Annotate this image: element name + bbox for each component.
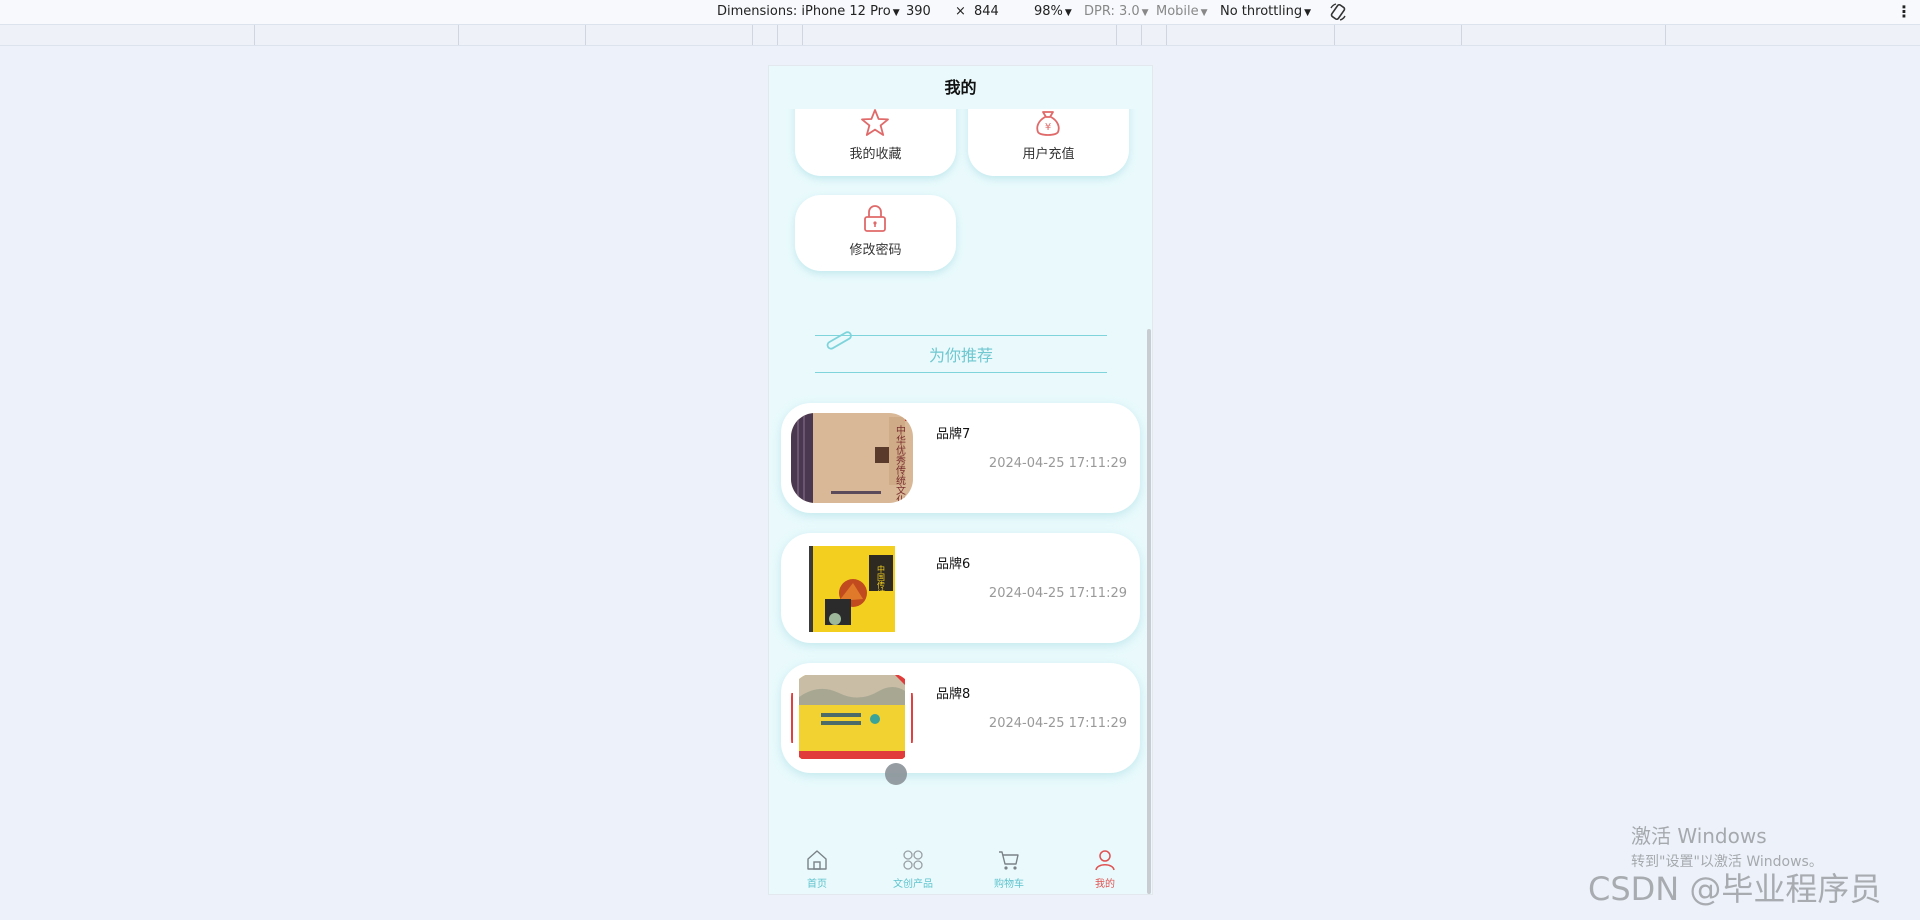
tab-cart-label: 购物车 [994, 879, 1024, 890]
csdn-watermark: CSDN @毕业程序员 [1588, 870, 1882, 908]
devtools-toolbar: Dimensions: iPhone 12 Pro ▼ 390 × 844 98%… [0, 0, 1920, 25]
mobile-select[interactable]: Mobile ▼ [1156, 4, 1208, 19]
ruler-tick[interactable] [777, 25, 778, 45]
chevron-down-icon: ▼ [892, 8, 900, 18]
tab-cart[interactable]: 购物车 [961, 843, 1057, 894]
star-icon [861, 109, 889, 136]
bottom-tab-bar: 首页 文创产品 购物车 我的 [769, 843, 1152, 894]
zoom-label: 98% [1034, 4, 1063, 19]
dpr-select[interactable]: DPR: 3.0 ▼ [1084, 4, 1149, 19]
favorites-button[interactable]: 我的收藏 [795, 99, 956, 176]
tab-mine-label: 我的 [1095, 879, 1115, 890]
recommend-title: 为你推荐 [928, 346, 993, 365]
money-bag-icon: ¥ [1036, 111, 1060, 136]
cart-icon [999, 851, 1019, 870]
throttling-select[interactable]: No throttling ▼ [1220, 4, 1311, 19]
tab-products-label: 文创产品 [893, 879, 933, 890]
product-time: 2024-04-25 17:11:29 [988, 456, 1127, 471]
more-options-icon[interactable]: ⋮ [1896, 2, 1912, 21]
product-name: 品牌8 [936, 687, 971, 702]
scrollbar[interactable] [1147, 329, 1151, 894]
home-icon [807, 850, 827, 870]
touch-cursor [885, 763, 907, 785]
ruler-tick[interactable] [752, 25, 753, 45]
chevron-down-icon: ▼ [1200, 8, 1208, 18]
change-password-label: 修改密码 [849, 243, 902, 258]
media-query-ruler [0, 25, 1920, 46]
chevron-down-icon: ▼ [1064, 8, 1072, 18]
lock-icon [864, 205, 886, 232]
mobile-label: Mobile [1156, 4, 1199, 19]
change-password-button[interactable]: 修改密码 [795, 195, 956, 271]
ruler-tick[interactable] [458, 25, 459, 45]
throttling-label: No throttling [1220, 4, 1303, 19]
ruler-tick[interactable] [1166, 25, 1167, 45]
svg-text:¥: ¥ [1045, 122, 1051, 133]
recommend-header: 为你推荐 [815, 328, 1107, 378]
tab-mine[interactable]: 我的 [1057, 843, 1152, 894]
product-card[interactable]: 中华优秀传统文化 品牌7 2024-04-25 17:11:29 [781, 403, 1140, 513]
device-select[interactable]: Dimensions: iPhone 12 Pro ▼ [717, 4, 900, 19]
ruler-tick[interactable] [1461, 25, 1462, 45]
ruler-tick[interactable] [1665, 25, 1666, 45]
favorites-label: 我的收藏 [849, 147, 902, 162]
product-card[interactable]: 品牌8 2024-04-25 17:11:29 [781, 663, 1140, 773]
divider [815, 335, 1107, 336]
ruler-tick[interactable] [1116, 25, 1117, 45]
product-card[interactable]: 中国传统 品牌6 2024-04-25 17:11:29 [781, 533, 1140, 643]
product-name: 品牌7 [936, 427, 971, 442]
times-sign: × [955, 4, 966, 19]
product-image [791, 673, 913, 763]
device-label: Dimensions: iPhone 12 Pro [717, 4, 891, 19]
product-time: 2024-04-25 17:11:29 [988, 586, 1127, 601]
dpr-label: DPR: 3.0 [1084, 4, 1140, 19]
product-image: 中华优秀传统文化 [791, 413, 913, 503]
divider [815, 372, 1107, 373]
chevron-down-icon: ▼ [1304, 8, 1311, 18]
ruler-tick[interactable] [802, 25, 803, 45]
ruler-tick[interactable] [1141, 25, 1142, 45]
recharge-label: 用户充值 [1022, 147, 1075, 162]
tab-home[interactable]: 首页 [769, 843, 865, 894]
ruler-tick[interactable] [254, 25, 255, 45]
chevron-down-icon: ▼ [1141, 8, 1149, 18]
svg-text:中国传统: 中国传统 [877, 564, 886, 598]
width-input[interactable]: 390 [906, 4, 931, 19]
user-icon [1095, 850, 1115, 871]
rotate-icon[interactable] [1328, 2, 1348, 22]
svg-text:中华优秀传统文化: 中华优秀传统文化 [894, 424, 906, 503]
product-time: 2024-04-25 17:11:29 [988, 716, 1127, 731]
mobile-viewport: 我的 我的收藏 ¥ 用户充值 修改密码 为你推荐 中华优秀传统文化 品牌7 20… [768, 65, 1153, 895]
grid-icon [903, 850, 923, 870]
tab-home-label: 首页 [807, 879, 827, 890]
recharge-button[interactable]: ¥ 用户充值 [968, 99, 1129, 176]
zoom-select[interactable]: 98% ▼ [1034, 4, 1072, 19]
product-name: 品牌6 [936, 557, 971, 572]
windows-activation-title: 激活 Windows [1631, 824, 1767, 848]
height-input[interactable]: 844 [974, 4, 999, 19]
page-title: 我的 [769, 66, 1152, 109]
ruler-tick[interactable] [585, 25, 586, 45]
ruler-tick[interactable] [1334, 25, 1335, 45]
product-image: 中国传统 [791, 543, 913, 633]
tab-products[interactable]: 文创产品 [865, 843, 961, 894]
